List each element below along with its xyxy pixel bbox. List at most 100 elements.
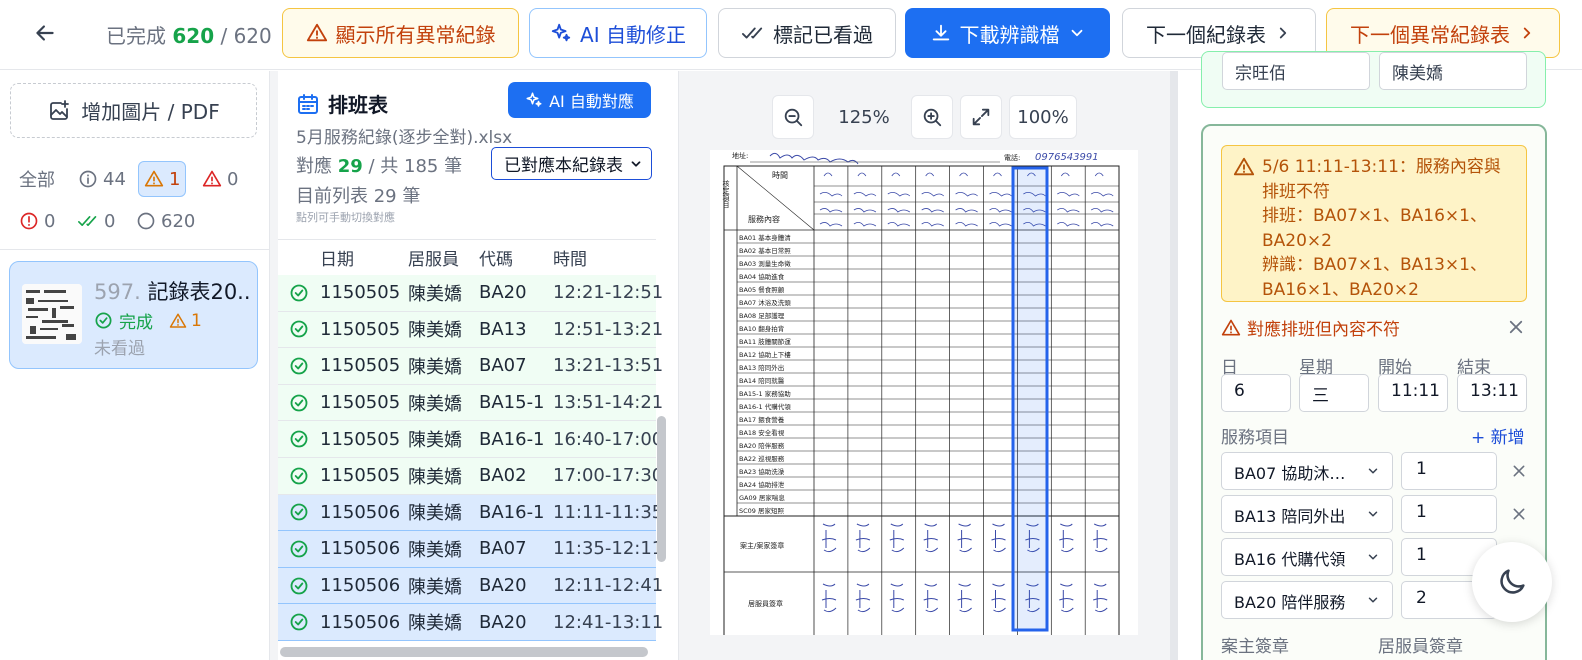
ai-auto-map-button[interactable]: AI 自動對應 [508, 82, 651, 118]
service-quantity-field[interactable]: 1 [1401, 452, 1497, 490]
table-row[interactable]: 1150506 陳美嬌 BA16-1 11:11-11:35 [278, 494, 663, 532]
schedule-title-text: 排班表 [328, 93, 388, 117]
add-service-button[interactable]: + 新增 [1471, 423, 1525, 448]
chevron-right-icon [1279, 27, 1287, 39]
theme-toggle-button[interactable] [1472, 542, 1552, 622]
doc-service-item: BA20 陪伴服務 [739, 441, 785, 450]
end-time-field[interactable]: 13:11 [1457, 374, 1527, 412]
record-title: 597. 記錄表20... [94, 276, 250, 306]
service-code-select[interactable]: BA20 陪伴服務 [1221, 581, 1393, 619]
schedule-current-count: 目前列表 29 筆 [296, 186, 421, 207]
filter-info-count: 44 [103, 168, 126, 190]
doc-sign-client: 案主/案家簽章 [740, 541, 784, 550]
cell-worker: 陳美嬌 [408, 466, 462, 488]
label-client-sign: 案主簽章 [1221, 637, 1289, 657]
day-field[interactable]: 6 [1221, 374, 1291, 412]
progress-label: 已完成 [106, 24, 166, 48]
add-image-pdf-button[interactable]: 增加圖片 / PDF [10, 83, 257, 138]
weekday-field[interactable]: 三 [1299, 374, 1369, 412]
cell-worker: 陳美嬌 [408, 320, 462, 342]
reset-zoom-button[interactable]: 100% [1009, 95, 1077, 139]
sparkles-icon [551, 23, 571, 42]
record-warning-badge: 1 [169, 311, 202, 331]
table-row[interactable]: 1150505 陳美嬌 BA13 12:51-13:21 [278, 311, 663, 349]
service-code-select[interactable]: BA07 協助沐浴及洗頭 [1221, 452, 1393, 490]
table-row[interactable]: 1150505 陳美嬌 BA16-1 16:40-17:00 [278, 421, 663, 458]
check-circle-icon [290, 503, 308, 521]
table-row[interactable]: 1150505 陳美嬌 BA20 12:21-12:51 [278, 275, 663, 312]
alert-schedule: 排班：BA07×1、BA16×1、BA20×2 [1262, 206, 1487, 251]
cell-code: BA16-1 [479, 501, 545, 523]
check-circle-icon [95, 312, 112, 329]
service-quantity-field[interactable]: 1 [1401, 495, 1497, 533]
service-code-select[interactable]: BA13 陪同外出 [1221, 495, 1393, 533]
zoom-in-icon [923, 108, 942, 127]
next-abnormal-label: 下一個異常紀錄表 [1350, 22, 1510, 47]
mismatch-label-text: 對應排班但內容不符 [1247, 320, 1400, 340]
zoom-out-button[interactable] [772, 95, 814, 139]
doc-service-item: BA07 沐浴及洗頭 [739, 298, 791, 307]
filter-warning[interactable]: 1 [138, 161, 187, 197]
mapping-filter-select[interactable]: 已對應本紀錄表 [491, 147, 652, 180]
service-code-select[interactable]: BA16 代購代領 [1221, 538, 1393, 576]
cell-code: BA20 [479, 611, 527, 633]
mark-seen-button[interactable]: 標記已看過 [718, 8, 896, 58]
sparkles-icon [526, 92, 542, 107]
filter-all[interactable]: 全部 [14, 161, 60, 197]
ai-fix-button[interactable]: AI 自動修正 [529, 8, 707, 58]
info-icon [79, 170, 97, 188]
download-button[interactable]: 下載辨識檔 [905, 8, 1110, 58]
table-row[interactable]: 1150505 陳美嬌 BA07 13:21-13:51 [278, 348, 663, 385]
record-warning-count: 1 [191, 310, 202, 331]
chevron-down-icon [631, 160, 641, 167]
schedule-file-name: 5月服務紀錄(逐步全對).xlsx [296, 128, 513, 148]
highlighted-day-column [1011, 166, 1049, 632]
back-button[interactable] [28, 16, 62, 50]
table-row[interactable]: 1150505 陳美嬌 BA15-1 13:51-14:21 [278, 384, 663, 422]
schedule-table-body: 1150505 陳美嬌 BA20 12:21-12:51 1150505 陳美嬌 BA13 1… [278, 275, 664, 641]
prev-client-sign-field[interactable]: 宗旺佰 [1222, 52, 1370, 90]
fullscreen-button[interactable] [960, 95, 1002, 139]
cell-worker: 陳美嬌 [408, 503, 462, 525]
table-row[interactable]: 1150506 陳美嬌 BA07 11:35-12:11 [278, 531, 663, 568]
remove-service-icon[interactable] [1511, 506, 1527, 522]
service-code-value: BA07 協助沐浴及洗頭 [1234, 464, 1359, 483]
show-abnormal-label: 顯示所有異常紀錄 [335, 22, 496, 47]
service-code-value: BA20 陪伴服務 [1234, 593, 1346, 612]
warning-icon [169, 313, 187, 328]
doc-phone-value: 0976543991 [1035, 152, 1099, 163]
vertical-scrollbar[interactable] [657, 416, 666, 562]
doc-service-item: BA08 足部護理 [739, 311, 785, 320]
panel-gutter [1170, 71, 1178, 660]
progress-total: 620 [233, 24, 272, 48]
record-status: 完成 1 [94, 308, 202, 333]
prev-worker-sign-field[interactable]: 陳美嬌 [1379, 52, 1527, 90]
show-abnormal-button[interactable]: 顯示所有異常紀錄 [282, 8, 519, 58]
filter-all-label: 全部 [19, 170, 55, 191]
horizontal-scrollbar[interactable] [280, 647, 648, 657]
cell-code: BA15-1 [479, 392, 545, 414]
warning-icon [1233, 157, 1255, 176]
cell-worker: 陳美嬌 [408, 613, 462, 635]
cell-time: 12:41-13:11 [553, 611, 664, 633]
record-card-selected[interactable]: 597. 記錄表20... 完成 1 未看過 [9, 261, 258, 369]
close-icon[interactable] [1507, 318, 1525, 336]
table-row[interactable]: 1150506 陳美嬌 BA20 12:41-13:11 [278, 604, 664, 641]
doc-service-item: BA05 餐食照顧 [739, 285, 785, 294]
remove-service-icon[interactable] [1511, 463, 1527, 479]
table-row[interactable]: 1150506 陳美嬌 BA20 12:11-12:41 [278, 567, 663, 605]
table-row[interactable]: 1150505 陳美嬌 BA02 17:00-17:30 [278, 457, 663, 495]
filter-pending[interactable]: 620 [131, 203, 200, 239]
doc-service-item: BA02 基本日常照 [739, 246, 791, 255]
progress-counter: 已完成 620 / 620 [106, 20, 272, 49]
filter-seen[interactable]: 0 [72, 203, 120, 239]
image-add-icon [50, 99, 70, 120]
filter-info[interactable]: 44 [73, 161, 131, 197]
column-header-time: 時間 [553, 250, 587, 270]
start-time-field[interactable]: 11:11 [1378, 374, 1448, 412]
zoom-in-button[interactable] [911, 95, 953, 139]
doc-service-item: BA17 餵食營養 [739, 415, 785, 424]
filter-error[interactable]: 0 [197, 161, 243, 197]
filter-critical[interactable]: 0 [14, 203, 60, 239]
record-thumbnail [22, 284, 82, 344]
